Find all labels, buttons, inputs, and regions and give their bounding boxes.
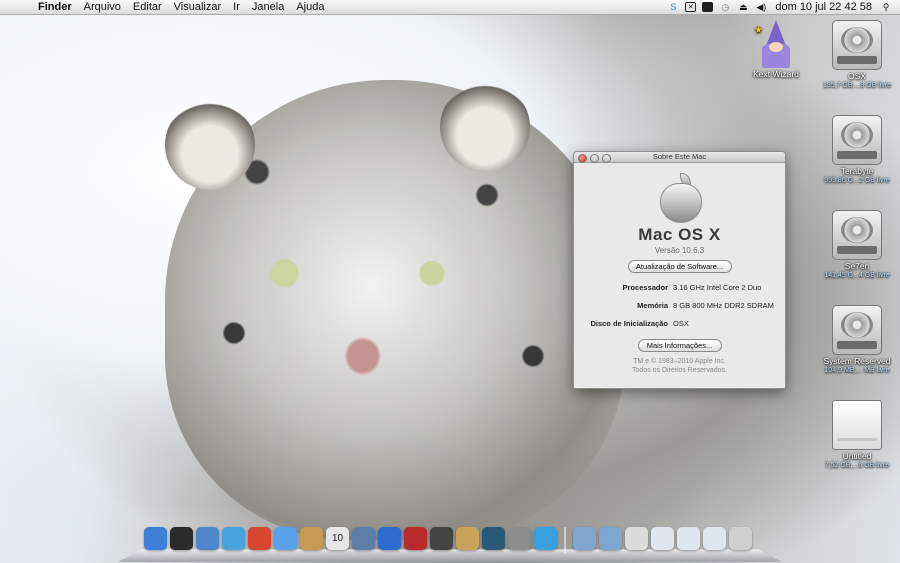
desktop-icon-label: Kext Wizard — [753, 69, 799, 79]
applications-folder-dock-icon[interactable] — [573, 527, 596, 550]
spec-label: Memória — [637, 301, 668, 310]
chrome-dock-icon[interactable] — [248, 527, 271, 550]
safari-dock-icon[interactable] — [222, 527, 245, 550]
spec-value: 8 GB 800 MHz DDR2 SDRAM — [673, 301, 774, 310]
x-app-icon[interactable]: ✕ — [685, 2, 697, 12]
about-this-mac-window: Sobre Este Mac Mac OS X Versão 10.6.3 At… — [573, 151, 786, 389]
ichat-dock-icon[interactable] — [274, 527, 297, 550]
close-button[interactable] — [578, 153, 587, 163]
system-preferences-dock-icon[interactable] — [508, 527, 531, 550]
downloads-stack-dock-icon[interactable] — [677, 527, 700, 550]
dock: 10 — [118, 527, 782, 563]
menu-editar[interactable]: Editar — [127, 1, 168, 13]
wallpaper-ear-right — [440, 82, 530, 172]
desktop-icon-info: 999,86 G...2 GB livre — [824, 177, 890, 184]
zoom-button[interactable] — [602, 153, 611, 163]
desktop-icon-info: 104,9 MB,... MB livre — [824, 367, 890, 374]
desktop-icon-osx[interactable]: OSX 195,7 GB,...8 GB livre — [817, 20, 897, 90]
documents-folder-dock-icon[interactable] — [599, 527, 622, 550]
spec-row-memory: Memória 8 GB 800 MHz DDR2 SDRAM — [574, 301, 785, 319]
desktop-icon-info: 7,52 GB,...6 GB livre — [824, 462, 890, 469]
menu-visualizar[interactable]: Visualizar — [168, 1, 228, 13]
time-machine-icon[interactable]: ◷ — [719, 2, 731, 13]
copyright-line: TM e © 1983–2010 Apple Inc. — [633, 358, 726, 365]
menu-ajuda[interactable]: Ajuda — [290, 1, 330, 13]
time-machine-dock-icon[interactable] — [482, 527, 505, 550]
eject-icon[interactable]: ⏏ — [737, 2, 749, 13]
garageband-dock-icon[interactable] — [456, 527, 479, 550]
system-stack-dock-icon[interactable] — [703, 527, 726, 550]
wallpaper-ear-left — [165, 100, 255, 190]
window-controls — [578, 153, 611, 163]
iphoto-dock-icon[interactable] — [352, 527, 375, 550]
spec-label: Processador — [622, 283, 668, 292]
desktop-icon-label: Terabyte — [840, 166, 874, 176]
hard-drive-icon — [832, 20, 882, 70]
skype-icon[interactable]: S — [667, 2, 679, 13]
itunes-dock-icon[interactable] — [378, 527, 401, 550]
minimize-button[interactable] — [590, 153, 599, 163]
os-version: Versão 10.6.3 — [654, 246, 705, 255]
menu-janela[interactable]: Janela — [246, 1, 290, 13]
menu-clock[interactable]: dom 10 jul 22 42 58 — [773, 1, 874, 13]
ical-dock-icon[interactable]: 10 — [326, 527, 349, 550]
spec-value: 3.16 GHz Intel Core 2 Duo — [673, 283, 762, 292]
spec-list: Processador 3.16 GHz Intel Core 2 Duo Me… — [574, 283, 785, 337]
menu-app-finder[interactable]: Finder — [32, 1, 78, 13]
desktop-icon-untitled[interactable]: Untitled 7,52 GB,...6 GB livre — [817, 400, 897, 470]
spec-row-startup-disk: Disco de Inicialização OSX — [574, 319, 785, 337]
status-area: S ✕ ◷ ⏏ ◀) dom 10 jul 22 42 58 ⚲ — [667, 1, 900, 13]
hard-drive-icon — [832, 210, 882, 260]
desktop-icon-label: System Reserved — [823, 356, 891, 366]
desktop-icon-info: 141,45 G...4 GB livre — [824, 272, 890, 279]
photo-booth-dock-icon[interactable] — [404, 527, 427, 550]
security-shield-dock-icon[interactable] — [625, 527, 648, 550]
spec-label: Disco de Inicialização — [590, 319, 668, 328]
spec-row-processor: Processador 3.16 GHz Intel Core 2 Duo — [574, 283, 785, 301]
wizard-icon: ★ — [752, 20, 800, 68]
about-content: Mac OS X Versão 10.6.3 Atualização de So… — [574, 173, 785, 375]
menu-ir[interactable]: Ir — [227, 1, 246, 13]
spec-value: OSX — [673, 319, 689, 328]
window-title: Sobre Este Mac — [652, 152, 707, 161]
display-icon[interactable] — [702, 2, 714, 12]
desktop-icon-label: Se7en — [844, 261, 870, 271]
desktop-icon-label: OSX — [848, 71, 866, 81]
software-update-button[interactable]: Atualização de Software... — [627, 260, 732, 273]
messenger-dock-icon[interactable] — [534, 527, 557, 550]
preview-dock-icon[interactable] — [196, 527, 219, 550]
dashboard-dock-icon[interactable] — [170, 527, 193, 550]
menu-bar: Finder Arquivo Editar Visualizar Ir Jane… — [0, 0, 900, 15]
dock-separator — [564, 527, 566, 553]
apple-logo-icon — [659, 173, 702, 223]
desktop-icon-info: 195,7 GB,...8 GB livre — [822, 82, 892, 89]
trash-dock-icon[interactable] — [729, 527, 752, 550]
dock-icons: 10 — [144, 527, 752, 553]
os-name: Mac OS X — [638, 225, 721, 244]
front-row-dock-icon[interactable] — [430, 527, 453, 550]
copyright-text: TM e © 1983–2010 Apple Inc. Todos os Dir… — [574, 358, 785, 375]
more-info-button[interactable]: Mais Informações... — [637, 339, 722, 352]
network-stack-dock-icon[interactable] — [651, 527, 674, 550]
hard-drive-icon — [832, 305, 882, 355]
copyright-line: Todos os Direitos Reservados. — [632, 366, 727, 374]
window-titlebar[interactable]: Sobre Este Mac — [574, 152, 785, 163]
spotlight-icon[interactable]: ⚲ — [880, 2, 892, 13]
desktop-icon-kext-wizard[interactable]: ★ Kext Wizard — [736, 20, 816, 79]
hard-drive-icon — [832, 115, 882, 165]
desktop-icon-label: Untitled — [842, 451, 872, 461]
finder-dock-icon[interactable] — [144, 527, 167, 550]
menu-arquivo[interactable]: Arquivo — [78, 1, 127, 13]
volume-icon[interactable]: ◀) — [755, 2, 767, 13]
external-drive-icon — [832, 400, 882, 450]
desktop-icon-se7en[interactable]: Se7en 141,45 G...4 GB livre — [817, 210, 897, 280]
desktop-icon-system-reserved[interactable]: System Reserved 104,9 MB,... MB livre — [817, 305, 897, 375]
desktop-icon-terabyte[interactable]: Terabyte 999,86 G...2 GB livre — [817, 115, 897, 185]
address-book-dock-icon[interactable] — [300, 527, 323, 550]
